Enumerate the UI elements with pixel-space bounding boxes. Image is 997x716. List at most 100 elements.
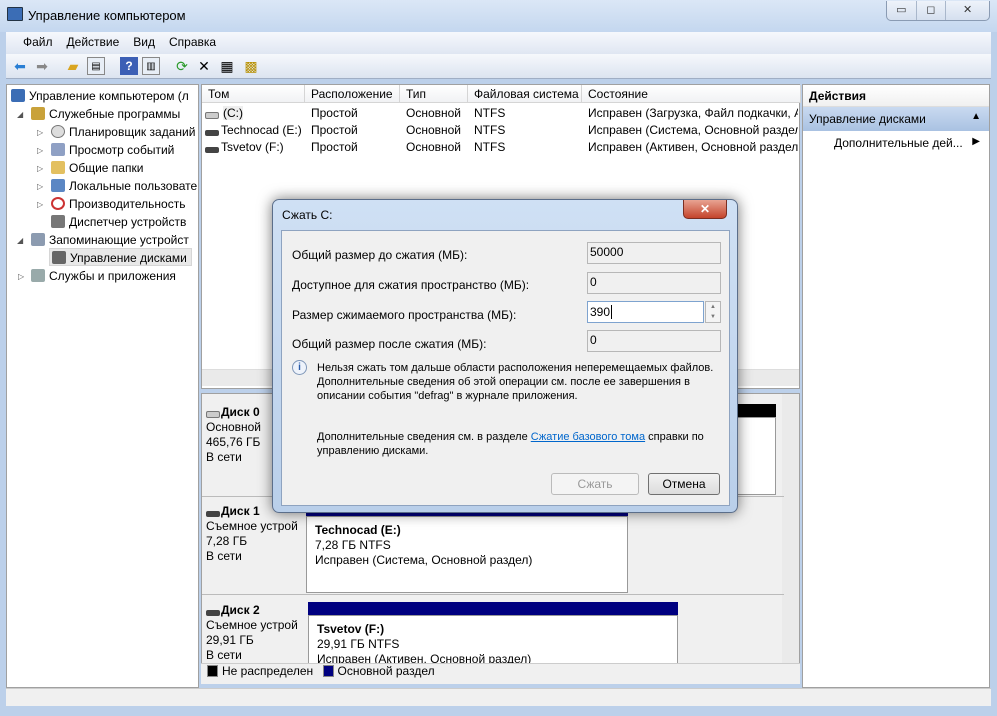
cell-layout: Простой (311, 123, 358, 137)
cell-volume: Tsvetov (F:) (221, 140, 284, 154)
tree-item-performance[interactable]: Производительность (51, 195, 185, 213)
size-after-label: Общий размер после сжатия (МБ): (292, 337, 487, 351)
shrink-amount-input[interactable]: 390 (587, 301, 704, 323)
removable-disk-icon (206, 610, 220, 616)
properties-icon[interactable]: ▦ (218, 57, 236, 75)
collapsed-arrow-icon[interactable]: ▷ (37, 164, 43, 173)
shared-folder-icon (51, 161, 65, 174)
refresh-icon[interactable]: ⟳ (173, 57, 191, 75)
partition-technocad[interactable]: Technocad (E:) 7,28 ГБ NTFS Исправен (Си… (306, 516, 628, 593)
expanded-arrow-icon[interactable]: ◢ (17, 236, 23, 245)
maximize-button[interactable]: ◻ (917, 1, 947, 20)
minimize-button[interactable]: ▭ (887, 1, 917, 20)
disk-type: Основной (206, 420, 262, 434)
help-icon[interactable]: ? (120, 57, 138, 75)
partition-name: Technocad (E:) (315, 523, 401, 537)
tree-label: Служебные программы (49, 107, 181, 121)
tree-label: Диспетчер устройств (69, 215, 187, 229)
cancel-button[interactable]: Отмена (648, 473, 720, 495)
cell-type: Основной (406, 123, 462, 137)
tree-item-system-tools[interactable]: Служебные программы (31, 105, 180, 123)
disk-size: 29,91 ГБ (206, 633, 254, 647)
cell-status: Исправен (Активен, Основной раздел) (588, 140, 798, 154)
collapsed-arrow-icon[interactable]: ▷ (37, 200, 43, 209)
tree-item-device-manager[interactable]: Диспетчер устройств (51, 213, 186, 231)
spin-down-icon[interactable]: ▼ (706, 312, 720, 322)
window-controls: ▭ ◻ ✕ (886, 1, 990, 21)
delete-icon[interactable]: ✕ (195, 57, 213, 75)
settings-icon[interactable]: ▩ (242, 57, 260, 75)
collapse-arrow-icon[interactable]: ▲ (971, 111, 981, 122)
column-header-layout[interactable]: Расположение (305, 85, 400, 103)
show-action-pane-icon[interactable]: ▥ (142, 57, 160, 75)
info-icon: i (292, 360, 307, 375)
partition-tsvetov[interactable]: Tsvetov (F:) 29,91 ГБ NTFS Исправен (Акт… (308, 615, 678, 664)
menu-action[interactable]: Действие (60, 32, 127, 54)
tree-label: Управление дисками (70, 251, 187, 265)
collapsed-arrow-icon[interactable]: ▷ (37, 146, 43, 155)
vertical-scrollbar[interactable] (782, 394, 799, 664)
show-hide-tree-icon[interactable]: ▤ (87, 57, 105, 75)
menu-file[interactable]: Файл (16, 32, 60, 54)
tree-item-shared-folders[interactable]: Общие папки (51, 159, 143, 177)
dialog-close-button[interactable]: ✕ (683, 200, 727, 219)
collapsed-arrow-icon[interactable]: ▷ (37, 128, 43, 137)
tree-item-event-viewer[interactable]: Просмотр событий (51, 141, 174, 159)
available-space-label: Доступное для сжатия пространство (МБ): (292, 278, 530, 292)
removable-drive-icon (205, 147, 219, 153)
shrink-amount-value: 390 (590, 305, 611, 319)
info-text: Нельзя сжать том дальше области располож… (317, 362, 714, 402)
cell-status: Исправен (Система, Основной раздел (588, 123, 798, 137)
help-text: Дополнительные сведения см. в разделе Сж… (317, 430, 712, 458)
actions-title: Действия (803, 85, 989, 107)
collapsed-arrow-icon[interactable]: ▷ (18, 272, 24, 281)
tree-root[interactable]: Управление компьютером (л (11, 87, 189, 105)
tree-item-task-scheduler[interactable]: Планировщик заданий (51, 123, 195, 141)
size-after-field: 0 (587, 330, 721, 352)
up-folder-icon[interactable]: ▰ (64, 57, 82, 75)
more-actions-item[interactable]: Дополнительные дей... ▶ (803, 131, 989, 153)
menu-help[interactable]: Справка (162, 32, 223, 54)
drive-icon (205, 112, 219, 119)
shrink-amount-spinner[interactable]: ▲ ▼ (705, 301, 721, 323)
back-icon[interactable]: ⬅ (11, 57, 29, 75)
cell-layout: Простой (311, 106, 358, 120)
column-header-status[interactable]: Состояние (582, 85, 801, 103)
cell-filesystem: NTFS (474, 140, 506, 154)
removable-disk-icon (206, 511, 220, 517)
disk-type: Съемное устрой (206, 618, 298, 632)
disk-status: В сети (206, 450, 242, 464)
tree-item-disk-management[interactable]: Управление дисками (49, 248, 192, 266)
computer-icon (11, 89, 25, 102)
legend-label: Основной раздел (337, 664, 435, 678)
actions-section[interactable]: Управление дисками ▲ (803, 107, 989, 131)
column-header-filesystem[interactable]: Файловая система (468, 85, 582, 103)
disk-type: Съемное устрой (206, 519, 298, 533)
help-prefix: Дополнительные сведения см. в разделе (317, 431, 531, 443)
forward-icon[interactable]: ➡ (33, 57, 51, 75)
menu-view[interactable]: Вид (126, 32, 162, 54)
tree-label: Просмотр событий (69, 143, 175, 157)
unallocated-partition[interactable] (734, 417, 776, 495)
tree-item-storage[interactable]: Запоминающие устройст (31, 231, 189, 249)
removable-drive-icon (205, 130, 219, 136)
shrink-button[interactable]: Сжать (551, 473, 639, 495)
tree-label: Локальные пользовате (69, 179, 198, 193)
shrink-basic-volume-link[interactable]: Сжатие базового тома (531, 431, 645, 443)
partition-size: 29,91 ГБ NTFS (317, 637, 400, 651)
menu-bar: Файл Действие Вид Справка (6, 32, 991, 54)
window-title: Управление компьютером (28, 8, 186, 23)
partition-status: Исправен (Система, Основной раздел) (315, 553, 533, 567)
close-button[interactable]: ✕ (946, 1, 989, 20)
tree-item-local-users[interactable]: Локальные пользовате (51, 177, 197, 195)
column-header-volume[interactable]: Том (202, 85, 305, 103)
collapsed-arrow-icon[interactable]: ▷ (37, 182, 43, 191)
disk-icon (206, 411, 220, 418)
spin-up-icon[interactable]: ▲ (706, 302, 720, 312)
column-header-type[interactable]: Тип (400, 85, 468, 103)
clock-icon (51, 125, 65, 138)
expanded-arrow-icon[interactable]: ◢ (17, 110, 23, 119)
tree-item-services[interactable]: Службы и приложения (31, 267, 176, 285)
disk-status: В сети (206, 549, 242, 563)
dialog-body: Общий размер до сжатия (МБ): 50000 Досту… (281, 230, 730, 506)
